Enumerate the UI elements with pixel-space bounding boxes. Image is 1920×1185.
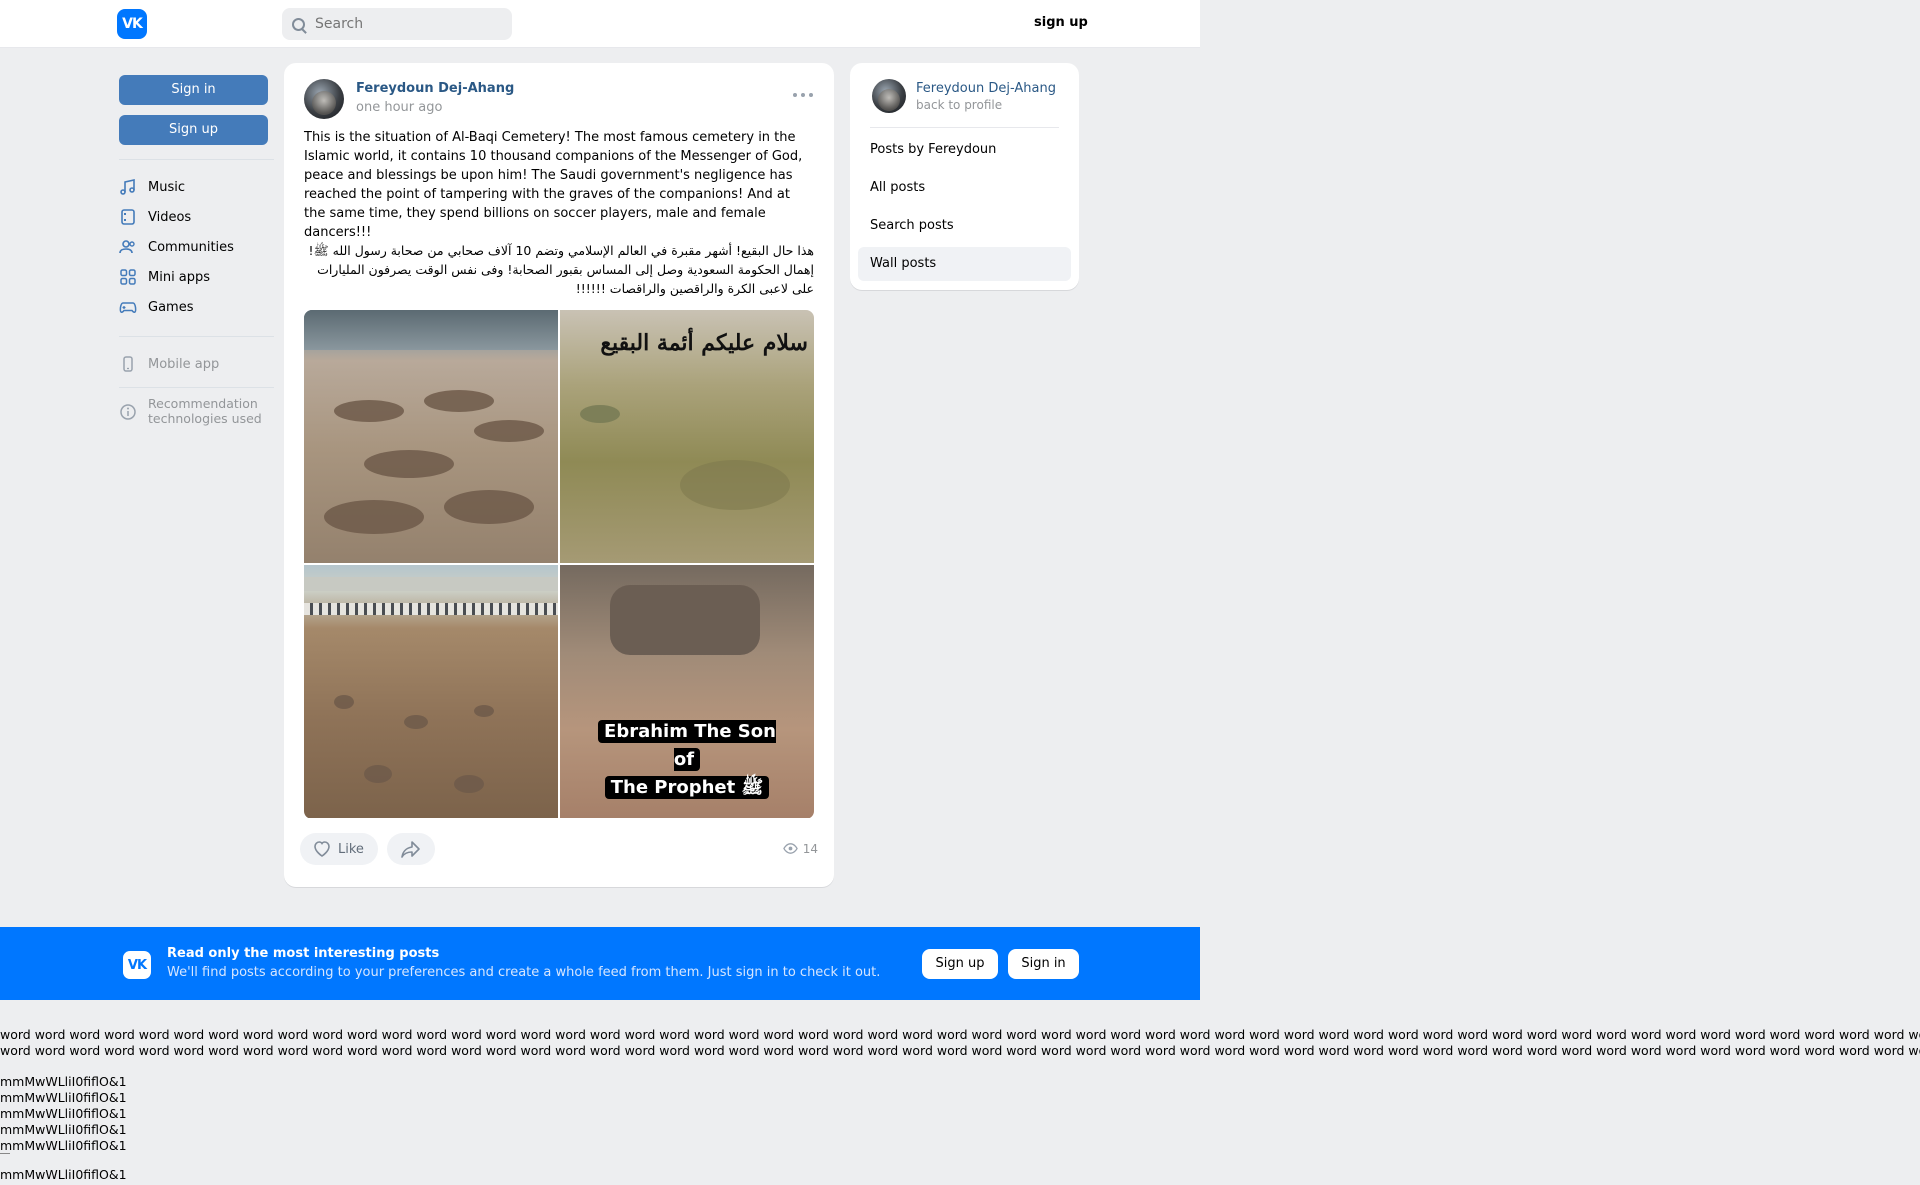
users-icon xyxy=(119,240,135,254)
recommendation-line-1: Recommendation xyxy=(148,396,258,411)
nav-divider xyxy=(119,159,274,160)
post-actions: Like 14 xyxy=(300,833,820,865)
nav-item-recommendation[interactable]: Recommendation technologies used xyxy=(119,396,274,430)
photo-4-caption-line-1: Ebrahim The Son of xyxy=(598,720,776,771)
banner-title: Read only the most interesting posts xyxy=(167,946,440,961)
search-input[interactable] xyxy=(315,16,495,32)
banner-subtitle: We'll find posts according to your prefe… xyxy=(167,965,881,980)
music-note-icon xyxy=(120,179,135,195)
post-author-link[interactable]: Fereydoun Dej-Ahang xyxy=(356,81,514,96)
views-counter: 14 xyxy=(782,841,818,856)
nav-item-mini-apps[interactable]: Mini apps xyxy=(119,262,274,292)
author-avatar[interactable] xyxy=(304,79,344,119)
video-icon xyxy=(121,209,135,225)
photo-ebrahim-grave[interactable]: Ebrahim The Son of The Prophet ﷺ xyxy=(560,565,814,818)
nav-item-label: Videos xyxy=(148,209,192,225)
eye-icon xyxy=(782,843,798,854)
filler-mm-line: mmMwWLliI0fiflO&1 xyxy=(0,1074,127,1089)
photo-4-caption-line-2: The Prophet ﷺ xyxy=(604,776,770,799)
side-divider xyxy=(870,127,1059,128)
post-card: Fereydoun Dej-Ahang one hour ago This is… xyxy=(284,63,834,887)
back-to-profile-link[interactable]: back to profile xyxy=(916,98,1002,112)
side-item-all-posts[interactable]: All posts xyxy=(858,171,1071,205)
more-options-icon[interactable] xyxy=(793,93,813,99)
photo-2-text: سلام عليكم أئمة البقيع xyxy=(600,330,808,356)
filler-mm-line: mmMwWLliI0fiflO&1 xyxy=(0,1090,127,1105)
gamepad-icon xyxy=(119,302,137,313)
side-avatar[interactable] xyxy=(872,79,906,113)
recommendation-text: Recommendation technologies used xyxy=(148,396,262,426)
side-item-posts-by-author[interactable]: Posts by Fereydoun xyxy=(858,133,1071,167)
recommendation-line-2: technologies used xyxy=(148,411,262,426)
filler-mm-line: mmMwWLliI0fiflO&1 xyxy=(0,1138,127,1153)
filler-mm-line: mmMwWLliI0fiflO&1 xyxy=(0,1167,127,1182)
filler-words-line-1: word word word word word word word word … xyxy=(0,1027,1920,1042)
signup-banner: VK Read only the most interesting posts … xyxy=(0,927,1200,1000)
filler-mm-line: mmMwWLliI0fiflO&1 xyxy=(0,1106,127,1121)
photo-cemetery-crowd[interactable] xyxy=(304,565,558,818)
side-item-search-posts[interactable]: Search posts xyxy=(858,209,1071,243)
filler-dash xyxy=(0,1153,10,1154)
photo-grid: سلام عليكم أئمة البقيع Ebrahim The Son o… xyxy=(304,310,814,819)
vk-logo[interactable]: VK xyxy=(117,9,147,39)
share-button[interactable] xyxy=(387,833,435,865)
nav-divider xyxy=(119,387,274,388)
nav-item-mobile-app[interactable]: Mobile app xyxy=(119,349,274,379)
photo-graves-inscription[interactable]: سلام عليكم أئمة البقيع xyxy=(560,310,814,563)
search-box[interactable] xyxy=(282,8,512,40)
banner-sign-up-button[interactable]: Sign up xyxy=(922,949,998,979)
like-button[interactable]: Like xyxy=(300,833,378,865)
filler-words: word word word word word word word word … xyxy=(0,1027,1920,1059)
nav-item-label: Communities xyxy=(148,239,234,255)
left-nav: Sign in Sign up Music Videos Communities… xyxy=(119,75,274,430)
nav-item-label: Games xyxy=(148,299,194,315)
photo-4-caption: Ebrahim The Son of The Prophet ﷺ xyxy=(590,718,784,802)
nav-item-label: Music xyxy=(148,179,185,195)
nav-item-label: Mobile app xyxy=(148,356,220,372)
photo-flooded-graves[interactable] xyxy=(304,310,558,563)
nav-item-communities[interactable]: Communities xyxy=(119,232,274,262)
views-count: 14 xyxy=(802,841,818,856)
side-item-wall-posts[interactable]: Wall posts xyxy=(858,247,1071,281)
banner-sign-in-button[interactable]: Sign in xyxy=(1008,949,1079,979)
phone-icon xyxy=(123,356,133,372)
banner-vk-logo: VK xyxy=(123,951,151,979)
heart-icon xyxy=(314,841,330,857)
filler-words-line-2: word word word word word word word word … xyxy=(0,1043,1920,1058)
apps-grid-icon xyxy=(120,269,136,285)
profile-side-card: Fereydoun Dej-Ahang back to profile Post… xyxy=(850,63,1079,290)
top-header: VK sign up xyxy=(0,0,1200,48)
nav-divider xyxy=(119,336,274,337)
search-icon xyxy=(292,17,305,31)
post-text-en: This is the situation of Al-Baqi Cemeter… xyxy=(304,130,803,240)
share-icon xyxy=(401,841,420,858)
post-text-ar: هذا حال البقيع! أشهر مقبرة في العالم الإ… xyxy=(308,243,814,296)
side-profile-name[interactable]: Fereydoun Dej-Ahang xyxy=(916,81,1056,96)
header-signup-link[interactable]: sign up xyxy=(1034,15,1088,30)
filler-mm-line: mmMwWLliI0fiflO&1 xyxy=(0,1122,127,1137)
nav-item-label: Mini apps xyxy=(148,269,211,285)
like-label: Like xyxy=(338,841,364,857)
nav-item-games[interactable]: Games xyxy=(119,292,274,322)
sign-in-button[interactable]: Sign in xyxy=(119,75,268,105)
nav-item-videos[interactable]: Videos xyxy=(119,202,274,232)
nav-item-music[interactable]: Music xyxy=(119,172,274,202)
sign-up-button[interactable]: Sign up xyxy=(119,115,268,145)
post-timestamp[interactable]: one hour ago xyxy=(356,100,442,115)
info-icon xyxy=(120,404,136,420)
